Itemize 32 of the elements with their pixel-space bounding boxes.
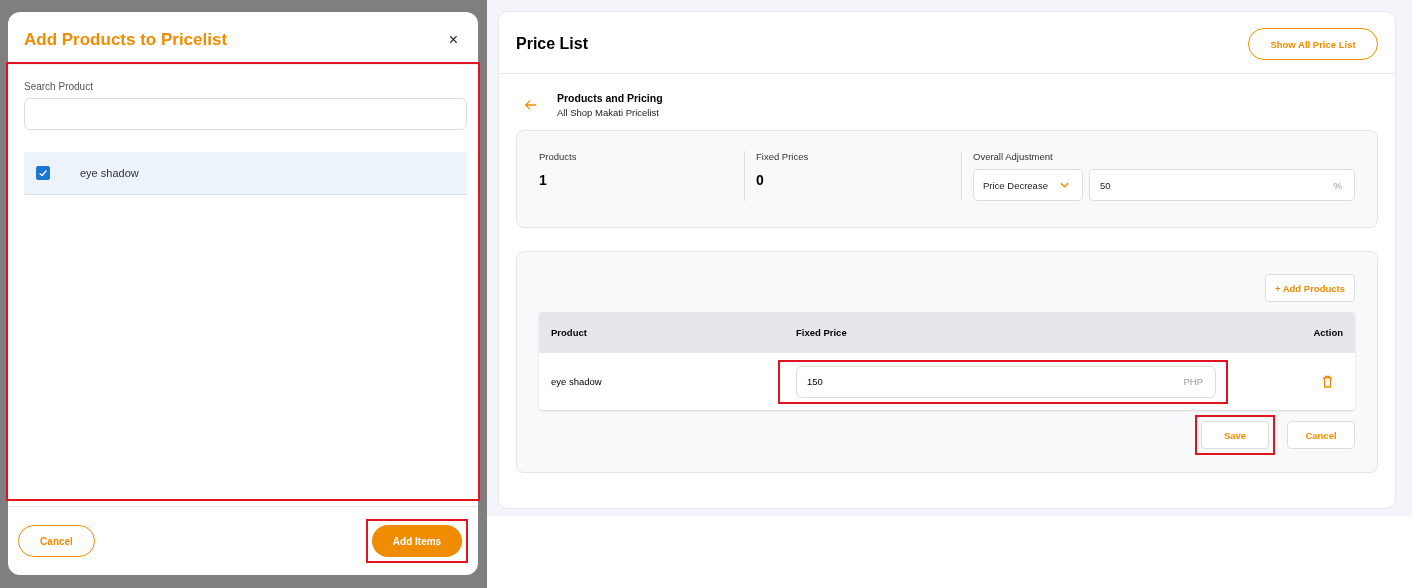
- adjustment-dropdown[interactable]: Price Decrease: [973, 169, 1083, 201]
- stat-value: 0: [756, 172, 765, 188]
- stat-label: Products: [539, 151, 578, 162]
- table-cell-text: eye shadow: [551, 376, 603, 387]
- section-subtitle: All Shop Makati Pricelist: [557, 107, 660, 118]
- field-label: Search Product: [24, 81, 94, 92]
- stat-label: Overall Adjustment: [973, 151, 1054, 162]
- stat-label: Fixed Prices: [756, 151, 810, 162]
- checkbox[interactable]: [36, 166, 50, 180]
- dialog-title: Add Products to Pricelist: [24, 30, 228, 50]
- column-header: Fixed Price: [796, 327, 848, 338]
- add-items-button[interactable]: Add Items: [372, 525, 462, 557]
- show-all-button[interactable]: Show All Price List: [1248, 28, 1378, 60]
- chevron-down-icon: [1059, 182, 1069, 188]
- product-list-item[interactable]: eye shadow: [24, 152, 467, 195]
- product-name: eye shadow: [80, 167, 139, 179]
- save-button[interactable]: Save: [1201, 421, 1269, 449]
- percent-field[interactable]: 50 %: [1089, 169, 1355, 201]
- price-field[interactable]: 150 PHP: [796, 365, 1216, 398]
- back-arrow-icon[interactable]: [524, 98, 538, 112]
- section-title: Products and Pricing: [557, 92, 663, 104]
- column-header: Action: [1312, 327, 1343, 338]
- trash-icon[interactable]: [1322, 375, 1333, 388]
- cancel-button[interactable]: Cancel: [1287, 421, 1355, 449]
- add-products-button[interactable]: + Add Products: [1264, 274, 1355, 302]
- check-icon: [38, 168, 48, 178]
- search-field[interactable]: [24, 98, 467, 130]
- close-button[interactable]: ×: [444, 31, 462, 49]
- stat-value: 1: [539, 172, 548, 188]
- page-title: Price List: [516, 35, 589, 53]
- column-header: Product: [551, 327, 588, 338]
- cancel-button[interactable]: Cancel: [18, 525, 95, 557]
